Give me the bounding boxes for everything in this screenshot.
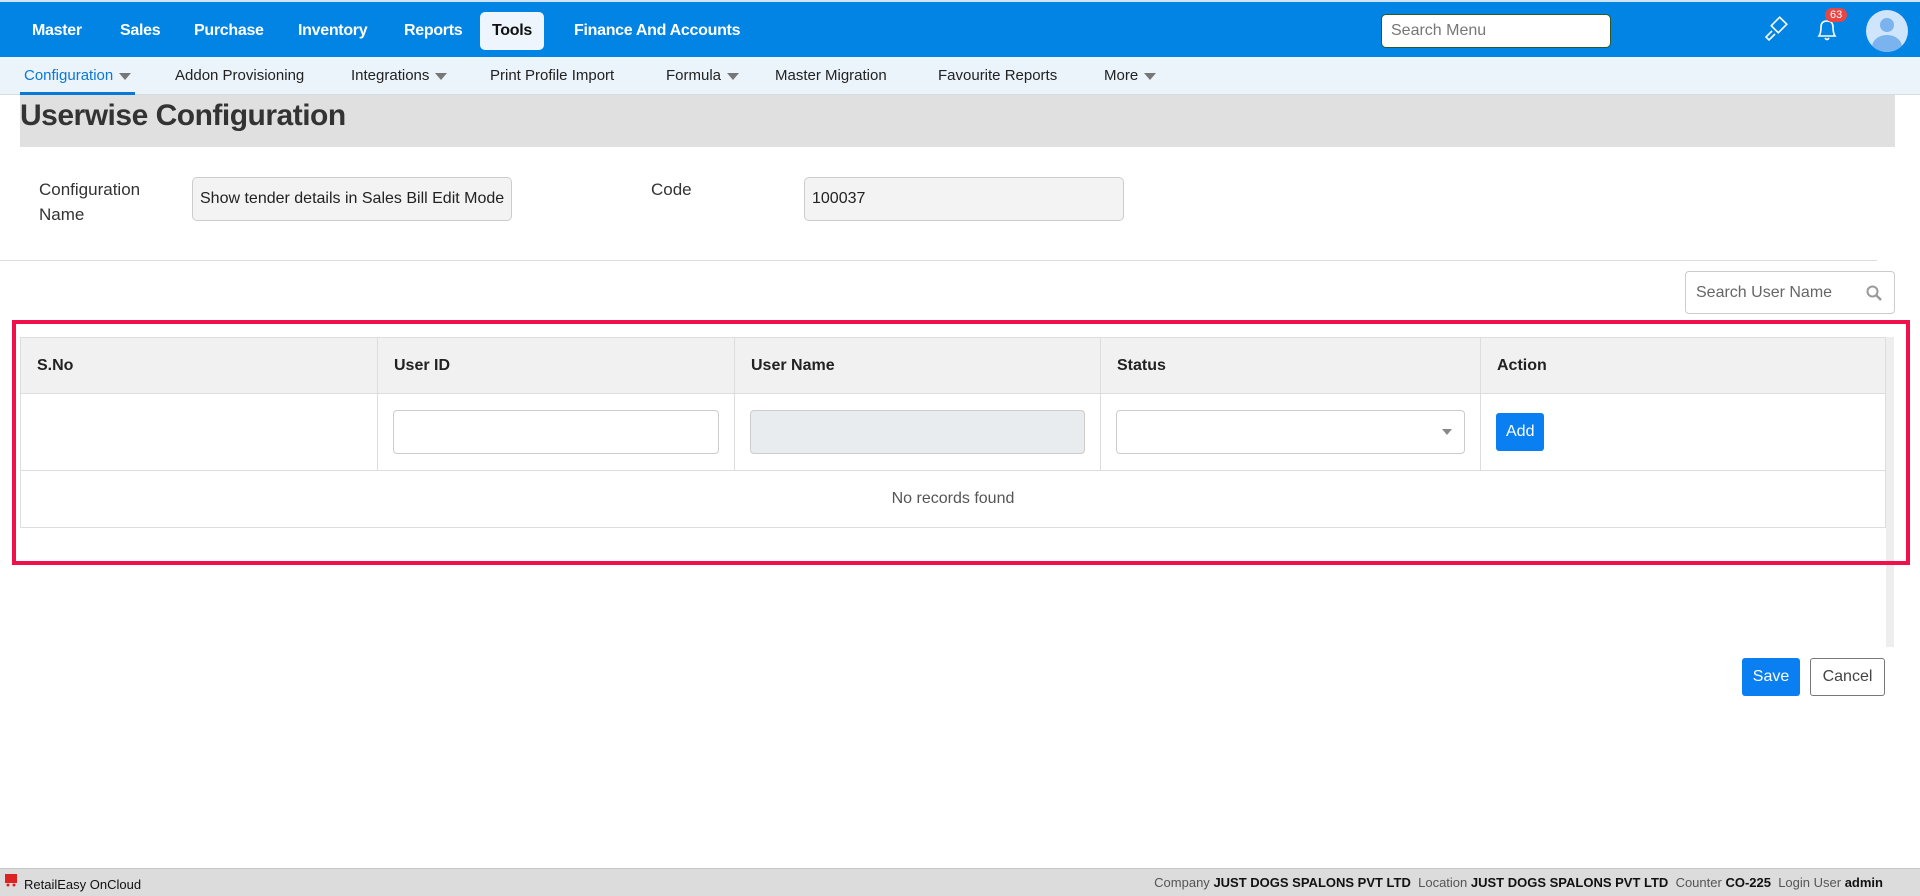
top-navbar: Master Sales Purchase Inventory Reports … [0, 0, 1920, 57]
login-value: admin [1844, 875, 1883, 890]
company-label: Company [1154, 875, 1210, 890]
save-button[interactable]: Save [1742, 658, 1800, 696]
menu-master[interactable]: Master [20, 12, 94, 50]
caret-down-icon [435, 72, 448, 80]
menu-sales[interactable]: Sales [108, 12, 172, 50]
login-label: Login User [1778, 875, 1842, 890]
counter-label: Counter [1675, 875, 1722, 890]
subnav-addon-provisioning[interactable]: Addon Provisioning [171, 57, 308, 95]
location-label: Location [1418, 875, 1468, 890]
menu-inventory[interactable]: Inventory [286, 12, 379, 50]
avatar[interactable] [1866, 10, 1908, 52]
counter-value: CO-225 [1725, 875, 1771, 890]
subnav-master-migration[interactable]: Master Migration [771, 57, 891, 95]
config-name-field[interactable]: Show tender details in Sales Bill Edit M… [192, 177, 512, 221]
code-field[interactable]: 100037 [804, 177, 1124, 221]
menu-tools[interactable]: Tools [480, 12, 544, 50]
status-footer: RetailEasy OnCloud Company JUST DOGS SPA… [0, 868, 1920, 896]
subnav-print-profile-import[interactable]: Print Profile Import [486, 57, 618, 95]
caret-down-icon [119, 72, 132, 80]
caret-down-icon [727, 72, 740, 80]
menu-reports[interactable]: Reports [392, 12, 474, 50]
search-menu-input[interactable]: Search Menu [1381, 14, 1611, 48]
highlight-box [12, 320, 1910, 565]
notification-badge: 63 [1825, 8, 1848, 22]
subnav-label: Integrations [351, 67, 430, 84]
config-name-label: Configuration Name [39, 180, 141, 224]
subnav-configuration[interactable]: Configuration [20, 57, 136, 95]
search-placeholder: Search User Name [1696, 284, 1833, 301]
paint-brush-icon[interactable] [1762, 16, 1790, 44]
app-name: RetailEasy OnCloud [24, 877, 142, 892]
subnav-formula[interactable]: Formula [662, 57, 743, 95]
menu-purchase[interactable]: Purchase [182, 12, 276, 50]
sub-navbar: Configuration Addon Provisioning Integra… [0, 57, 1920, 95]
title-band: Userwise Configuration [20, 95, 1895, 147]
app-logo-icon [5, 874, 17, 887]
subnav-label: More [1104, 67, 1139, 84]
menu-finance-and-accounts[interactable]: Finance And Accounts [562, 12, 752, 50]
subnav-label: Formula [666, 67, 722, 84]
code-label: Code [651, 180, 692, 199]
cancel-button[interactable]: Cancel [1810, 658, 1885, 696]
subnav-integrations[interactable]: Integrations [347, 57, 451, 95]
session-info: Company JUST DOGS SPALONS PVT LTD Locati… [1154, 875, 1883, 890]
subnav-more[interactable]: More [1100, 57, 1160, 95]
caret-down-icon [1144, 72, 1157, 80]
page-title: Userwise Configuration [20, 99, 346, 132]
subnav-favourite-reports[interactable]: Favourite Reports [934, 57, 1061, 95]
search-icon[interactable] [1866, 285, 1882, 301]
location-value: JUST DOGS SPALONS PVT LTD [1470, 875, 1669, 890]
search-user-name-input[interactable]: Search User Name [1685, 271, 1895, 314]
divider [0, 260, 1877, 261]
subnav-label: Configuration [24, 67, 114, 84]
company-value: JUST DOGS SPALONS PVT LTD [1213, 875, 1411, 890]
